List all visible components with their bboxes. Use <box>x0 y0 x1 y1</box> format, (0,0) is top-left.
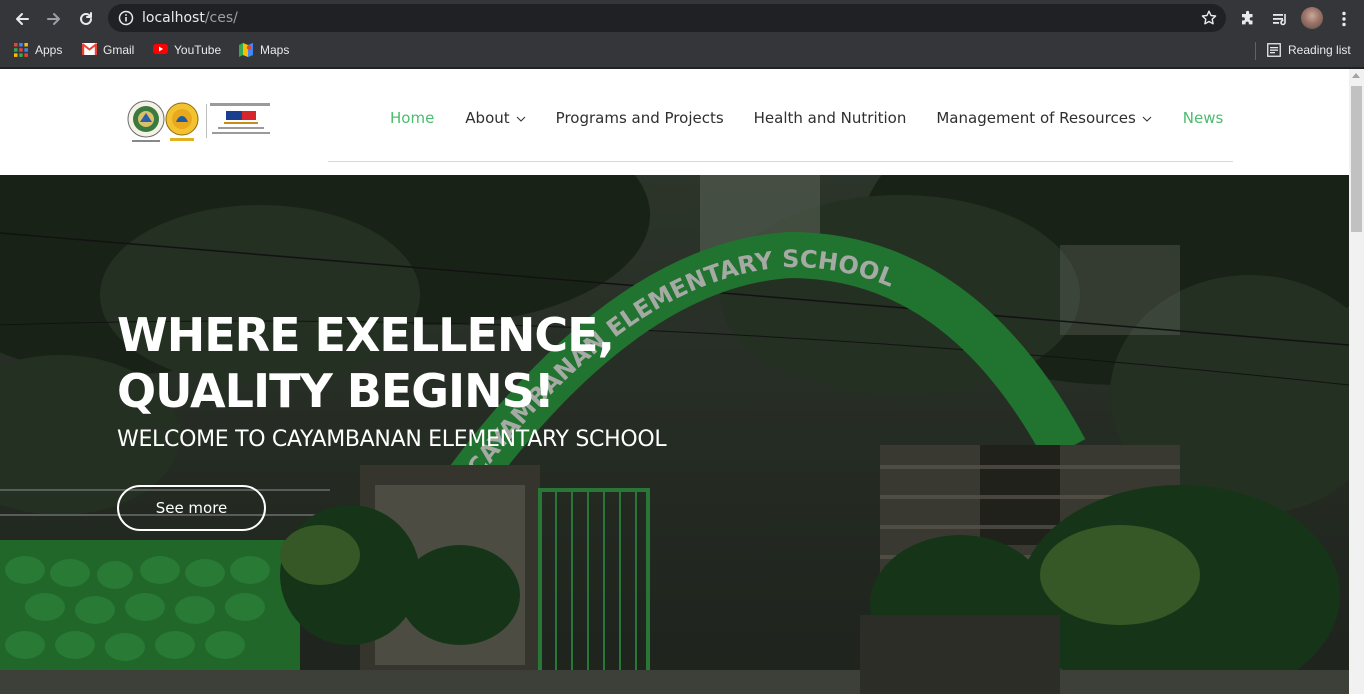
nav-about-label: About <box>465 109 510 127</box>
youtube-icon <box>153 43 168 57</box>
maps-icon <box>239 43 253 57</box>
back-icon[interactable] <box>11 8 33 30</box>
forward-icon[interactable] <box>43 8 65 30</box>
url-host: localhost <box>142 10 205 26</box>
scrollbar-thumb[interactable] <box>1351 86 1362 232</box>
bookmarks-bar: Apps Gmail YouTube Maps Reading list <box>0 36 1364 68</box>
reading-list-label: Reading list <box>1288 43 1351 57</box>
nav-management-label: Management of Resources <box>936 109 1136 127</box>
bookmark-gmail-label: Gmail <box>103 43 135 57</box>
hero-title-line2: QUALITY BEGINS! <box>117 364 555 418</box>
bookmark-maps[interactable]: Maps <box>239 43 289 57</box>
see-more-button[interactable]: See more <box>117 485 266 531</box>
menu-icon[interactable] <box>1332 7 1356 31</box>
nav-home[interactable]: Home <box>390 109 434 127</box>
site-header: Home About Programs and Projects Health … <box>0 69 1349 175</box>
apps-grid-icon <box>14 43 28 57</box>
bookmarks-separator <box>1255 42 1256 60</box>
hero-banner: CAYAMBANAN ELEMENTARY SCHOOL <box>0 175 1349 694</box>
site-logo[interactable] <box>126 100 272 144</box>
reading-list-icon <box>1267 43 1281 57</box>
nav-news-label: News <box>1182 109 1224 127</box>
star-icon[interactable] <box>1200 9 1218 31</box>
page-viewport: Home About Programs and Projects Health … <box>0 69 1349 694</box>
extensions-icon[interactable] <box>1236 7 1260 31</box>
chevron-down-icon <box>516 116 526 122</box>
hero-title-line1: WHERE EXELLENCE, <box>117 308 615 362</box>
address-bar[interactable]: localhost/ces/ <box>108 4 1226 32</box>
bookmark-youtube[interactable]: YouTube <box>153 43 221 57</box>
hero-title: WHERE EXELLENCE, QUALITY BEGINS! <box>117 307 615 419</box>
bookmark-youtube-label: YouTube <box>174 43 222 57</box>
nav-programs-label: Programs and Projects <box>555 109 724 127</box>
url-text: localhost/ces/ <box>142 10 238 26</box>
bookmark-apps-label: Apps <box>35 43 63 57</box>
chevron-down-icon <box>1142 116 1152 122</box>
reading-list[interactable]: Reading list <box>1267 43 1351 57</box>
profile-avatar[interactable] <box>1301 7 1323 29</box>
nav-management[interactable]: Management of Resources <box>936 109 1152 127</box>
nav-about[interactable]: About <box>465 109 526 127</box>
nav-health[interactable]: Health and Nutrition <box>754 109 907 127</box>
hero-subtitle: WELCOME TO CAYAMBANAN ELEMENTARY SCHOOL <box>117 427 667 452</box>
school-seal-icon <box>127 100 165 142</box>
district-seal-icon <box>165 102 199 141</box>
nav-home-label: Home <box>390 109 435 127</box>
reload-icon[interactable] <box>75 8 97 30</box>
bookmark-gmail[interactable]: Gmail <box>81 43 135 57</box>
info-icon[interactable] <box>118 10 134 30</box>
nav-news[interactable]: News <box>1183 109 1224 127</box>
main-nav: Home About Programs and Projects Health … <box>390 109 1223 127</box>
nav-programs[interactable]: Programs and Projects <box>556 109 724 127</box>
nav-health-label: Health and Nutrition <box>753 109 907 127</box>
bookmark-apps[interactable]: Apps <box>14 43 62 57</box>
nav-divider <box>328 161 1233 162</box>
see-more-label: See more <box>155 499 228 517</box>
bookmark-maps-label: Maps <box>260 43 290 57</box>
deped-logo-icon <box>210 103 270 134</box>
browser-toolbar: localhost/ces/ <box>0 0 1364 36</box>
media-icon[interactable] <box>1268 7 1292 31</box>
url-path: /ces/ <box>204 10 238 26</box>
page-scrollbar[interactable] <box>1349 69 1364 694</box>
scroll-up-icon[interactable] <box>1352 73 1360 78</box>
gmail-icon <box>81 43 98 57</box>
